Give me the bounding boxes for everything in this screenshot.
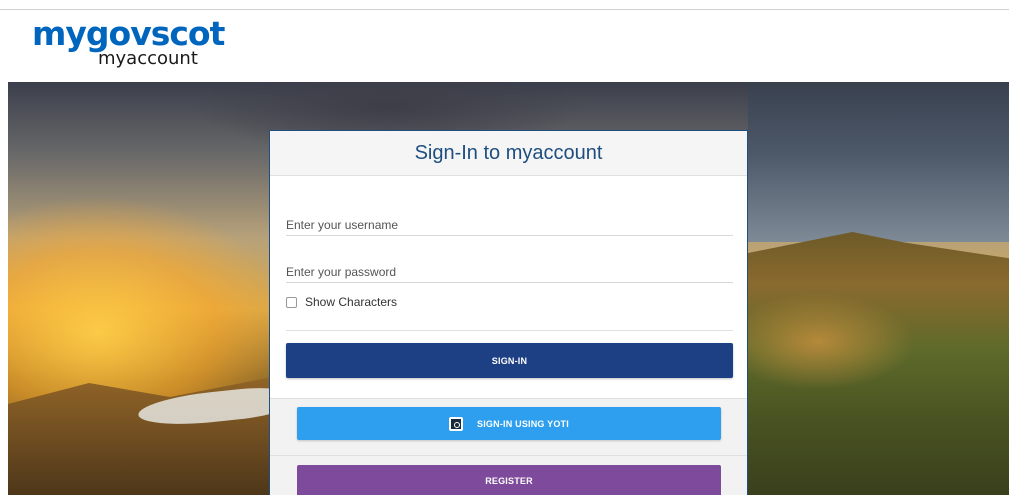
password-field[interactable] xyxy=(286,261,733,283)
panel-header: Sign-In to myaccount xyxy=(270,131,747,176)
sign-in-button[interactable]: SIGN-IN xyxy=(286,343,733,378)
show-characters-row[interactable]: Show Characters xyxy=(286,294,397,310)
username-field[interactable] xyxy=(286,214,733,236)
yoti-logo-icon xyxy=(449,416,464,431)
username-input[interactable] xyxy=(286,214,733,235)
sign-in-panel: Sign-In to myaccount Show Characters SIG… xyxy=(269,130,748,495)
show-characters-checkbox[interactable] xyxy=(286,296,297,308)
logo-myaccount-text: myaccount xyxy=(98,48,198,69)
show-characters-label: Show Characters xyxy=(305,295,398,309)
sign-in-yoti-button[interactable]: SIGN-IN USING YOTI xyxy=(297,407,721,440)
sign-in-yoti-label: SIGN-IN USING YOTI xyxy=(477,418,569,429)
password-input[interactable] xyxy=(286,261,733,282)
register-button[interactable]: REGISTER xyxy=(297,465,721,495)
top-divider xyxy=(0,9,1009,10)
form-divider xyxy=(286,330,733,331)
page-title: Sign-In to myaccount xyxy=(414,141,603,164)
mygovscot-logo[interactable]: mygovscot myaccount xyxy=(32,16,232,76)
logo-mygovscot-text: mygovscot xyxy=(32,14,225,53)
